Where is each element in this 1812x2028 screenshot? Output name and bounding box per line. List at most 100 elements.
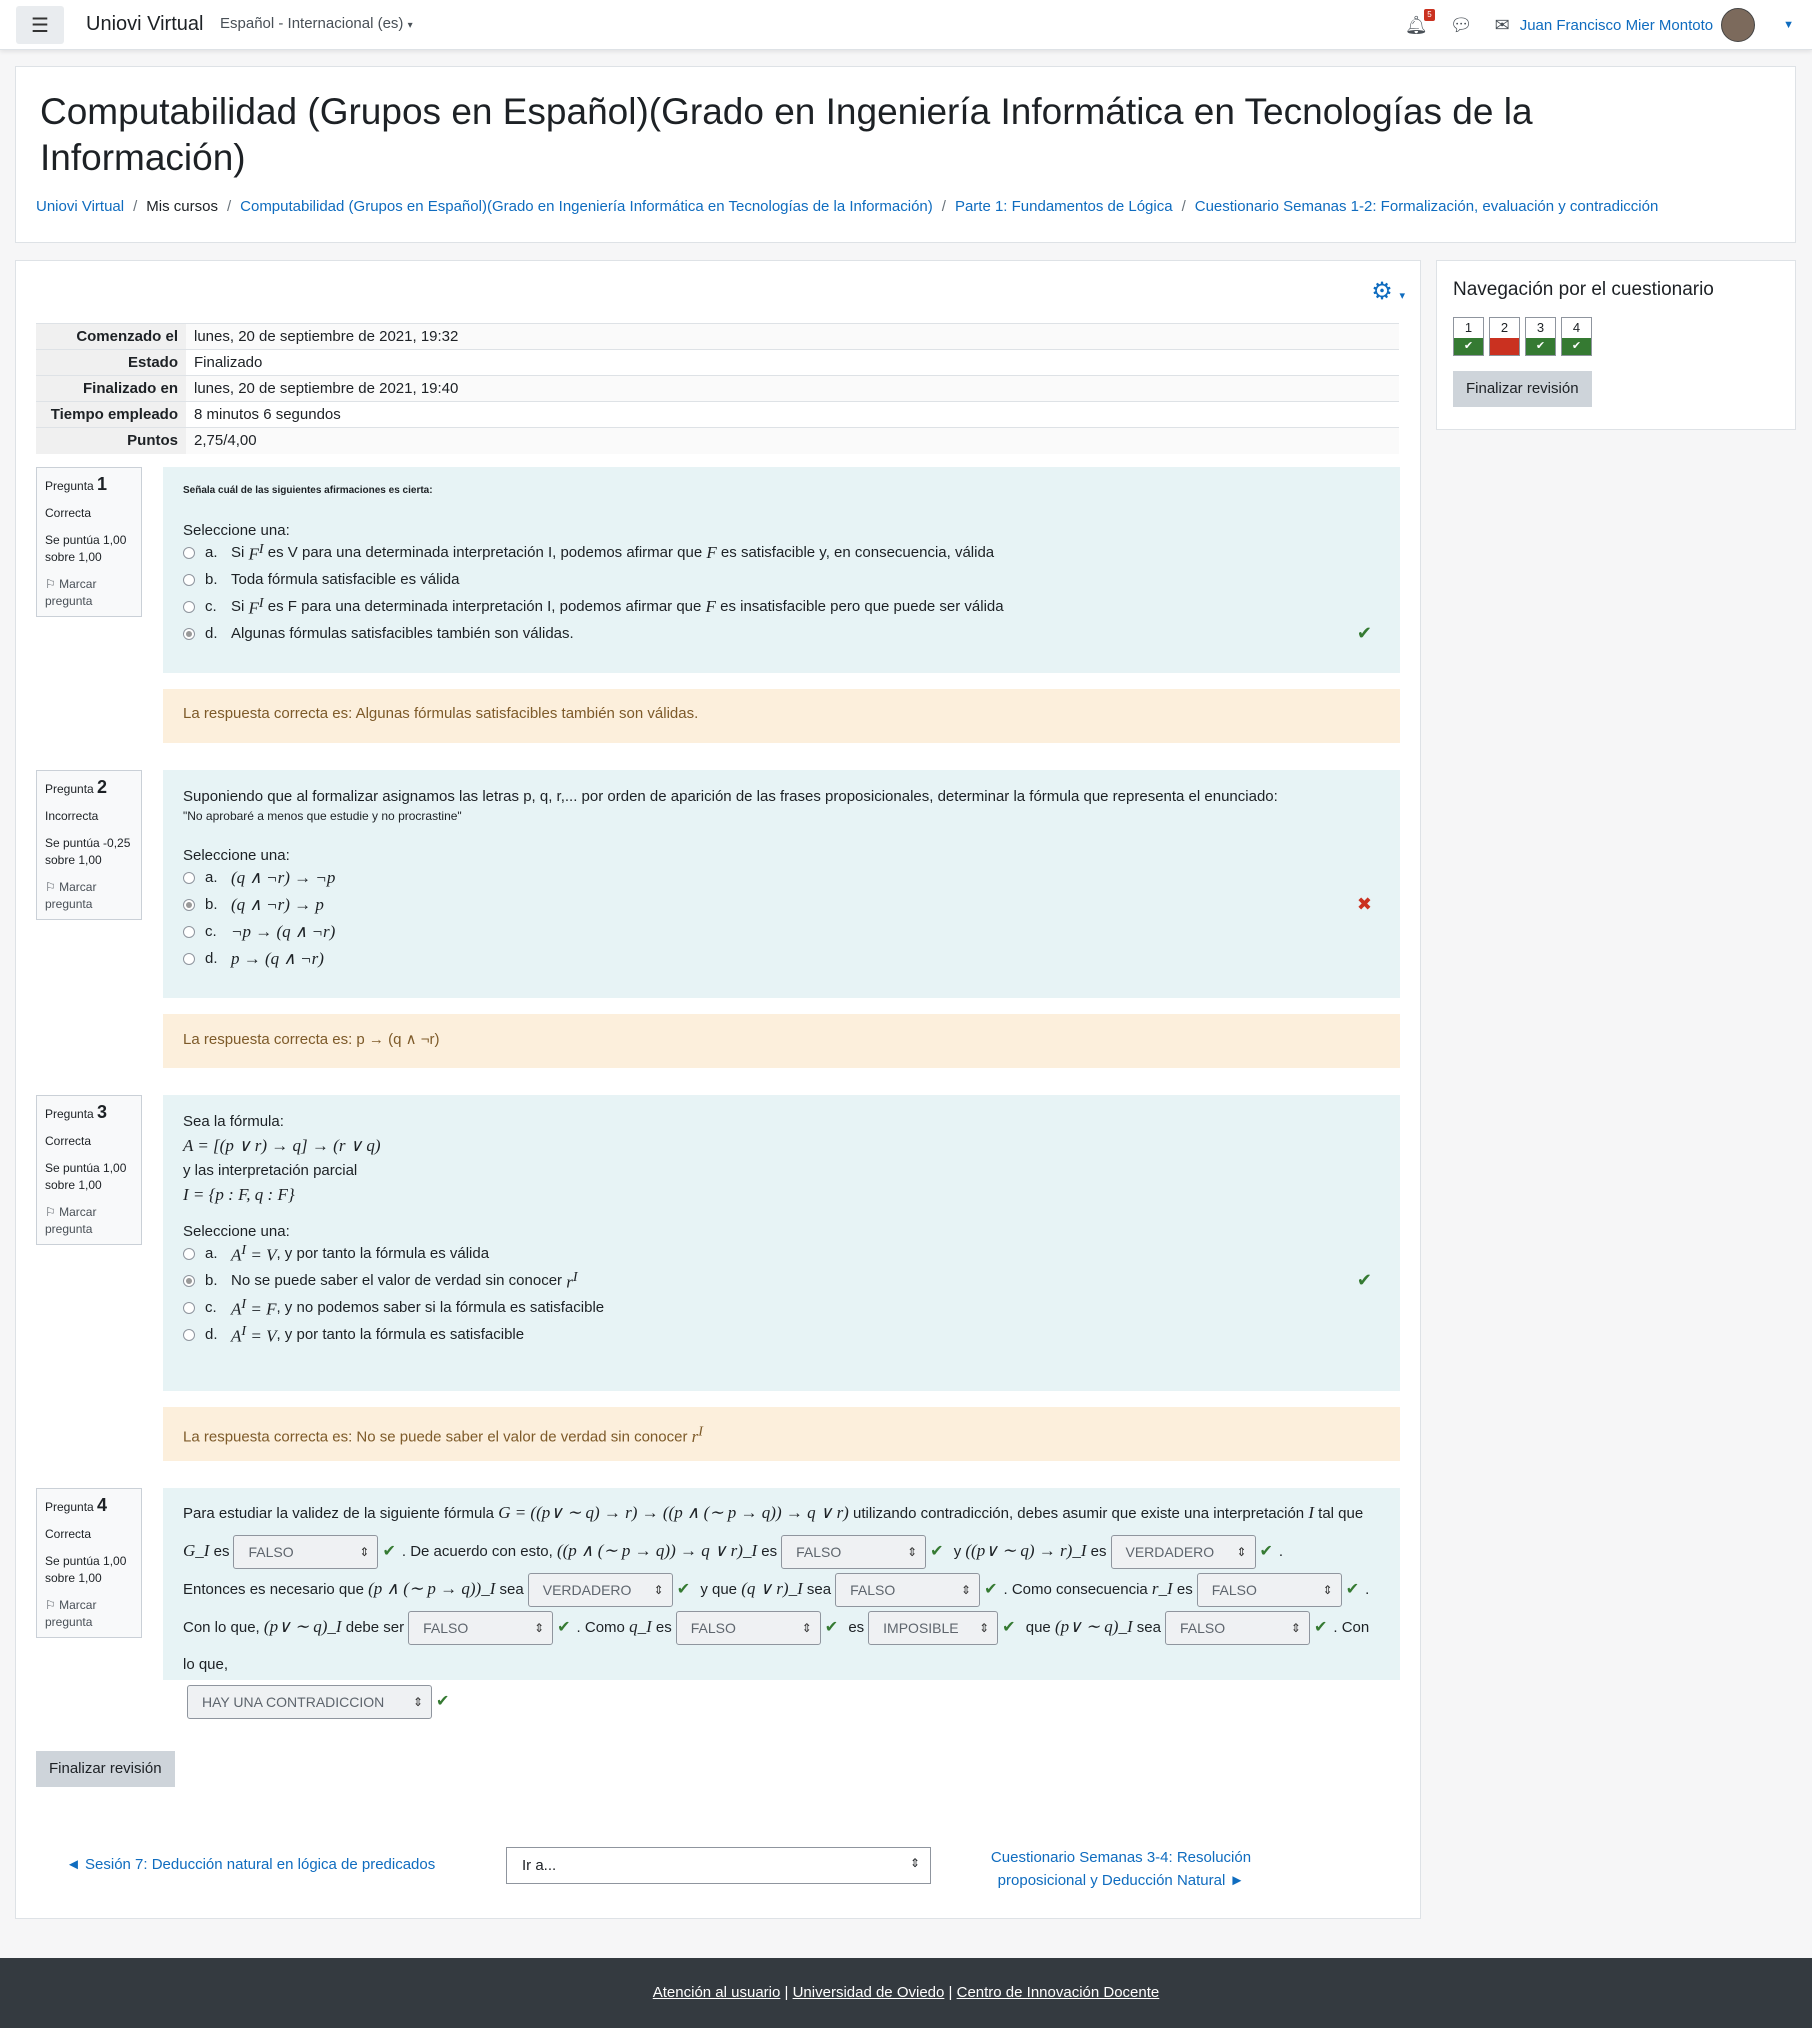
answer-option[interactable]: c. AI = F, y no podemos saber si la fórmu… [183,1294,1380,1321]
answer-option[interactable]: b. No se puede saber el valor de verdad s… [183,1267,1380,1294]
radio-button[interactable] [183,1328,195,1341]
correct-answer-feedback: La respuesta correcta es: No se puede sa… [163,1407,1400,1461]
site-brand[interactable]: Uniovi Virtual [86,13,203,36]
breadcrumb-section[interactable]: Parte 1: Fundamentos de Lógica [955,198,1173,215]
answer-dropdown[interactable]: FALSO [781,1535,927,1570]
answer-dropdown[interactable]: HAY UNA CONTRADICCION [187,1685,432,1720]
question-navigation: 1 ✔ 2 3 ✔ 4 ✔ [1453,317,1592,356]
answer-option[interactable]: d. Algunas fórmulas satisfacibles también… [183,620,1380,647]
user-menu-caret-icon[interactable]: ▼ [1783,19,1794,31]
question-status: Correcta [45,1134,92,1148]
attempt-summary-table: Comenzado el lunes, 20 de septiembre de 2… [36,323,1399,454]
breadcrumb-course[interactable]: Computabilidad (Grupos en Español)(Grado… [240,198,933,215]
flag-question-link[interactable]: ⚐ Marcar pregunta [45,1597,133,1631]
notifications-bell-icon[interactable]: 🔔︎ 5 [1405,8,1435,36]
radio-button[interactable] [183,600,195,613]
radio-button[interactable] [183,925,195,938]
question-nav-button[interactable]: 3 ✔ [1525,317,1556,356]
radio-button[interactable] [183,1301,195,1314]
summary-value: lunes, 20 de septiembre de 2021, 19:32 [186,323,1399,350]
radio-button-selected[interactable] [183,627,195,640]
question-3-info: Pregunta 3 Correcta Se puntúa 1,00 sobre… [36,1095,142,1245]
question-number: 1 [97,474,108,494]
radio-button[interactable] [183,1247,195,1260]
question-nav-button[interactable]: 2 [1489,317,1520,356]
summary-value: 2,75/4,00 [186,427,1399,454]
question-2-info: Pregunta 2 Incorrecta Se puntúa -0,25 so… [36,770,142,920]
answer-dropdown[interactable]: FALSO [233,1535,379,1570]
summary-label: Puntos [36,427,186,454]
answer-option[interactable]: b. Toda fórmula satisfacible es válida [183,566,1380,593]
select-one-label: Seleccione una: [183,1223,290,1240]
flag-icon: ⚐ [45,577,56,591]
flag-question-link[interactable]: ⚐ Marcar pregunta [45,879,133,913]
answer-dropdown[interactable]: VERDADERO [1110,1535,1256,1570]
avatar[interactable] [1721,8,1756,42]
question-score: Se puntúa 1,00 sobre 1,00 [45,533,127,564]
question-prompt: Señala cuál de las siguientes afirmacion… [183,485,433,496]
correct-check-icon: ✔ [557,1619,571,1636]
notification-count-badge: 5 [1424,8,1435,21]
answer-dropdown[interactable]: FALSO [1164,1611,1310,1646]
summary-label: Estado [36,349,186,376]
question-prompt-2: y las interpretación parcial [183,1162,358,1179]
question-prompt: Suponiendo que al formalizar asignamos l… [183,788,1278,805]
answer-dropdown[interactable]: IMPOSIBLE [868,1611,999,1646]
question-3-content: Sea la fórmula: A = [(p ∨ r) → q] → (r ∨… [163,1095,1400,1391]
answer-option[interactable]: a. AI = V, y por tanto la fórmula es váli… [183,1240,1380,1267]
radio-button[interactable] [183,546,195,559]
breadcrumb-my-courses: Mis cursos [146,198,218,215]
footer-link-university[interactable]: Universidad de Oviedo [793,1984,945,2001]
question-status: Correcta [45,506,92,520]
footer-link-innovation[interactable]: Centro de Innovación Docente [957,1984,1160,2001]
menu-toggle-button[interactable]: ☰ [16,6,64,44]
previous-activity-link[interactable]: ◄ Sesión 7: Deducción natural en lógica … [66,1856,435,1873]
settings-gear-icon[interactable]: ⚙ ▾ [1371,277,1405,306]
question-prompt: Sea la fórmula: [183,1113,284,1130]
hamburger-icon: ☰ [31,14,49,37]
question-nav-button[interactable]: 1 ✔ [1453,317,1484,356]
jump-to-select[interactable]: Ir a... [506,1847,931,1884]
answer-dropdown[interactable]: FALSO [675,1611,821,1646]
question-number: 2 [97,777,108,797]
answer-option[interactable]: c. ¬p → (q ∧ ¬r) [183,918,1380,945]
answer-option[interactable]: a. (q ∧ ¬r) → ¬p [183,864,1380,891]
question-2-content: Suponiendo que al formalizar asignamos l… [163,770,1400,998]
question-nav-button[interactable]: 4 ✔ [1561,317,1592,356]
summary-label: Comenzado el [36,323,186,350]
next-activity-link[interactable]: Cuestionario Semanas 3-4: Resolución pro… [981,1846,1261,1892]
flag-question-link[interactable]: ⚐ Marcar pregunta [45,1204,133,1238]
answer-option[interactable]: d. AI = V, y por tanto la fórmula es sati… [183,1321,1380,1348]
answer-dropdown[interactable]: FALSO [835,1573,981,1608]
question-formula: A = [(p ∨ r) → q] → (r ∨ q) [183,1136,381,1155]
sidebar-finish-review-button[interactable]: Finalizar revisión [1453,371,1592,407]
question-score: Se puntúa -0,25 sobre 1,00 [45,836,131,867]
answer-dropdown[interactable]: FALSO [408,1611,554,1646]
finish-review-button[interactable]: Finalizar revisión [36,1751,175,1787]
radio-button-selected[interactable] [183,1274,195,1287]
messages-icon[interactable]: 💬︎ [1450,15,1473,36]
quiz-review-region: ⚙ ▾ Comenzado el lunes, 20 de septiembre … [15,260,1421,1919]
answer-dropdown[interactable]: FALSO [1196,1573,1342,1608]
answer-option[interactable]: c. Si FI es F para una determinada interp… [183,593,1380,620]
breadcrumb-quiz[interactable]: Cuestionario Semanas 1-2: Formalización,… [1195,198,1659,215]
question-number: 4 [97,1495,108,1515]
correct-answer-feedback: La respuesta correcta es: Algunas fórmul… [163,689,1400,743]
user-menu-name[interactable]: Juan Francisco Mier Montoto [1520,17,1713,34]
summary-label: Finalizado en [36,375,186,402]
footer-link-support[interactable]: Atención al usuario [653,1984,781,2001]
breadcrumb-home[interactable]: Uniovi Virtual [36,198,124,215]
flag-question-link[interactable]: ⚐ Marcar pregunta [45,576,133,610]
radio-button-selected[interactable] [183,898,195,911]
email-icon[interactable]: ✉ [1495,15,1510,36]
answer-dropdown[interactable]: VERDADERO [527,1573,673,1608]
radio-button[interactable] [183,952,195,965]
radio-button[interactable] [183,871,195,884]
page-title: Computabilidad (Grupos en Español)(Grado… [40,91,1533,178]
summary-value: 8 minutos 6 segundos [186,401,1399,428]
answer-option[interactable]: b. (q ∧ ¬r) → p ✖ [183,891,1380,918]
answer-option[interactable]: d. p → (q ∧ ¬r) [183,945,1380,972]
answer-option[interactable]: a. Si FI es V para una determinada interp… [183,539,1380,566]
language-menu[interactable]: Español - Internacional (es) ▾ [220,15,413,32]
radio-button[interactable] [183,573,195,586]
